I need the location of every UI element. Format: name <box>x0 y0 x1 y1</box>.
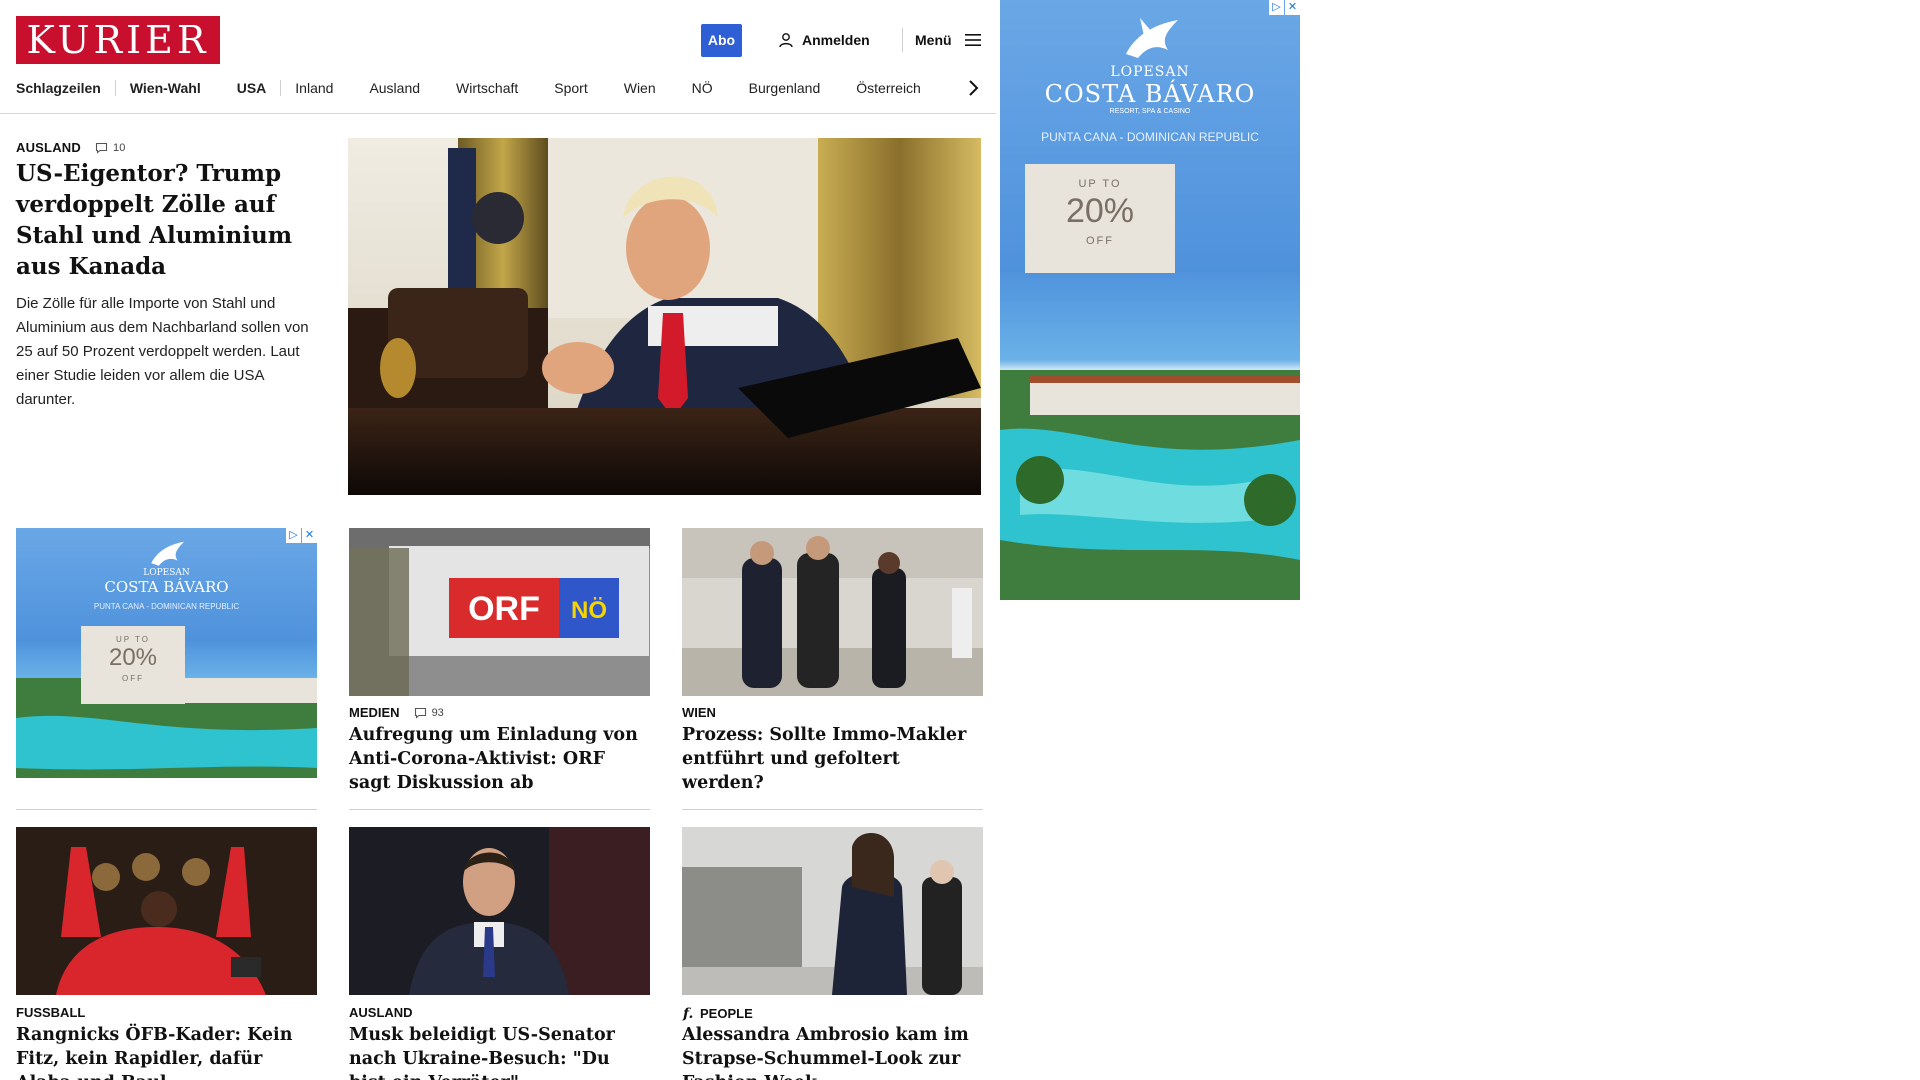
nav-divider <box>280 80 282 96</box>
ad-brand-sub: RESORT, SPA & CASINO <box>1109 108 1191 115</box>
close-icon[interactable]: ✕ <box>1285 0 1300 15</box>
ad-offer-percent: 20% <box>1065 192 1135 230</box>
divider <box>349 809 650 810</box>
divider <box>682 809 983 810</box>
ad-choices[interactable]: ▷ ✕ <box>1269 0 1300 15</box>
ad-offer-box: UP TO 20% OFF <box>81 626 185 704</box>
login-label: Anmelden <box>802 32 870 48</box>
menu-label: Menü <box>915 32 952 48</box>
hamburger-icon <box>964 34 981 46</box>
card-headline[interactable]: Alessandra Ambrosio kam im Strapse-Schum… <box>682 1023 982 1080</box>
svg-text:f.: f. <box>682 1006 693 1021</box>
court-hallway-photo <box>682 528 983 696</box>
ad-location: PUNTA CANA - DOMINICAN REPUBLIC <box>93 602 240 611</box>
nav-item-sport[interactable]: Sport <box>554 80 587 96</box>
nav-item-oesterreich[interactable]: Österreich <box>856 80 921 96</box>
category-label[interactable]: WIEN <box>682 705 716 720</box>
nav-item-usa[interactable]: USA <box>237 80 267 96</box>
card-category-row: MEDIEN 93 <box>349 705 444 720</box>
header-divider <box>902 28 903 52</box>
ad-brand-top: LOPESAN <box>1110 64 1190 80</box>
category-label[interactable]: AUSLAND <box>349 1005 413 1020</box>
chevron-right-icon[interactable] <box>965 78 981 98</box>
kurier-logo[interactable]: KURIER <box>16 16 220 64</box>
site-header: KURIER Abo Anmelden Menü Schlagzeilen Wi… <box>0 0 996 114</box>
people-f-icon: f. <box>682 1006 693 1021</box>
lead-teaser: Die Zölle für alle Importe von Stahl und… <box>16 295 309 408</box>
lead-category-row: AUSLAND 10 <box>16 140 126 155</box>
close-icon[interactable]: ✕ <box>302 528 317 543</box>
article-image-football[interactable] <box>16 827 317 995</box>
article-image-musk[interactable] <box>349 827 650 995</box>
ad-offer-percent: 20% <box>108 644 158 671</box>
football-player-photo <box>16 827 317 995</box>
side-advertisement[interactable]: ▷ ✕ LOPESAN COSTA BÁVARO RESORT, SPA & C… <box>1000 0 1300 600</box>
comment-count-value: 10 <box>112 141 126 154</box>
menu-button[interactable]: Menü <box>915 30 982 50</box>
category-label[interactable]: MEDIEN <box>349 705 400 720</box>
card-category-row: f. PEOPLE <box>682 1005 753 1022</box>
lead-headline[interactable]: US-Eigentor? Trump verdoppelt Zölle auf … <box>16 158 316 282</box>
main-navigation: Schlagzeilen Wien-Wahl USA Inland Auslan… <box>16 78 921 98</box>
card-headline[interactable]: Musk beleidigt US-Senator nach Ukraine-B… <box>349 1023 649 1080</box>
fashion-week-photo <box>682 827 983 995</box>
comment-icon <box>414 707 426 719</box>
category-label[interactable]: AUSLAND <box>16 140 81 155</box>
ad-brand-name: COSTA BÁVARO <box>1044 80 1256 108</box>
comment-count[interactable]: 10 <box>95 142 126 154</box>
comment-count-value: 93 <box>431 706 444 719</box>
ad-offer-upto: UP TO <box>1078 178 1122 190</box>
ad-brand-name: COSTA BÁVARO <box>104 578 229 596</box>
user-icon <box>779 33 793 48</box>
ad-brand-top: LOPESAN <box>143 568 190 578</box>
nav-item-wien-wahl[interactable]: Wien-Wahl <box>130 80 201 96</box>
nav-item-wirtschaft[interactable]: Wirtschaft <box>456 80 518 96</box>
nav-item-inland[interactable]: Inland <box>295 80 333 96</box>
inline-advertisement[interactable]: ▷ ✕ LOPESAN COSTA BÁVARO PUNTA CANA - DO… <box>16 528 317 778</box>
abo-button[interactable]: Abo <box>701 24 742 57</box>
category-label[interactable]: FUSSBALL <box>16 1005 85 1020</box>
nav-item-noe[interactable]: NÖ <box>692 80 713 96</box>
card-headline[interactable]: Prozess: Sollte Immo-Makler entführt und… <box>682 723 982 795</box>
orf-sign-photo: ORF NÖ <box>349 528 650 696</box>
category-label[interactable]: PEOPLE <box>700 1006 753 1021</box>
adchoices-icon[interactable]: ▷ <box>286 528 301 543</box>
card-headline[interactable]: Rangnicks ÖFB-Kader: Kein Fitz, kein Rap… <box>16 1023 316 1080</box>
nav-divider <box>114 80 116 96</box>
ad-offer-off: OFF <box>122 674 144 683</box>
musk-photo <box>349 827 650 995</box>
ad-choices[interactable]: ▷ ✕ <box>286 528 317 543</box>
bird-logo-icon <box>151 541 184 566</box>
noe-sign-text: NÖ <box>571 597 607 624</box>
nav-item-schlagzeilen[interactable]: Schlagzeilen <box>16 80 101 96</box>
nav-item-ausland[interactable]: Ausland <box>369 80 420 96</box>
ad-offer-box: UP TO 20% OFF <box>1025 164 1175 273</box>
comment-count[interactable]: 93 <box>414 707 444 719</box>
orf-sign-text: ORF <box>468 590 540 628</box>
login-button[interactable]: Anmelden <box>778 30 870 50</box>
bird-logo-icon <box>1126 18 1178 58</box>
ad-offer-off: OFF <box>1086 235 1114 247</box>
article-image-court[interactable] <box>682 528 983 696</box>
lead-article-image[interactable] <box>348 138 981 495</box>
comment-icon <box>95 142 108 154</box>
adchoices-icon[interactable]: ▷ <box>1269 0 1284 15</box>
card-category-row: AUSLAND <box>349 1005 413 1020</box>
nav-item-wien[interactable]: Wien <box>624 80 656 96</box>
article-image-orf[interactable]: ORF NÖ <box>349 528 650 696</box>
oval-office-photo <box>348 138 981 495</box>
ad-offer-upto: UP TO <box>115 635 150 644</box>
divider <box>16 809 317 810</box>
nav-item-burgenland[interactable]: Burgenland <box>749 80 821 96</box>
ad-location: PUNTA CANA - DOMINICAN REPUBLIC <box>1041 130 1259 144</box>
article-image-people[interactable] <box>682 827 983 995</box>
card-headline[interactable]: Aufregung um Einladung von Anti-Corona-A… <box>349 723 649 795</box>
card-category-row: WIEN <box>682 705 716 720</box>
card-category-row: FUSSBALL <box>16 1005 85 1020</box>
